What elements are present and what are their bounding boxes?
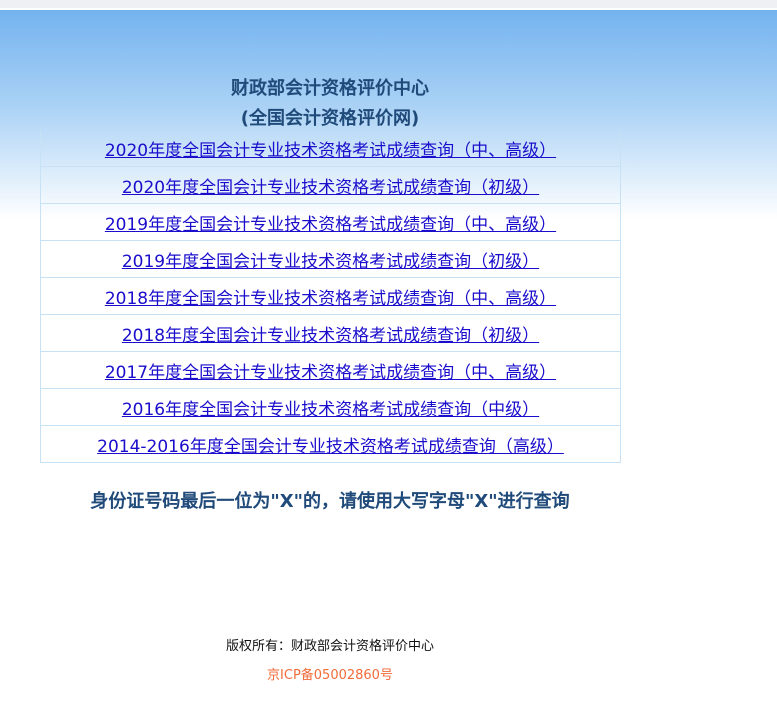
id-x-notice: 身份证号码最后一位为"X"的，请使用大写字母"X"进行查询 — [90, 491, 570, 512]
browser-top-bar — [0, 0, 777, 8]
table-row: 2019年度全国会计专业技术资格考试成绩查询（初级） — [41, 241, 620, 278]
query-link-2018-intermediate-senior[interactable]: 2018年度全国会计专业技术资格考试成绩查询（中、高级） — [105, 284, 556, 309]
score-query-links-table: 2020年度全国会计专业技术资格考试成绩查询（中、高级） 2020年度全国会计专… — [40, 130, 621, 463]
page-title: 财政部会计资格评价中心 — [231, 78, 429, 99]
query-link-2019-junior[interactable]: 2019年度全国会计专业技术资格考试成绩查询（初级） — [122, 247, 539, 272]
icp-license-link[interactable]: 京ICP备05002860号 — [0, 664, 660, 683]
page-subtitle: (全国会计资格评价网) — [240, 108, 420, 129]
query-link-2016-intermediate[interactable]: 2016年度全国会计专业技术资格考试成绩查询（中级） — [122, 395, 539, 420]
table-row: 2017年度全国会计专业技术资格考试成绩查询（中、高级） — [41, 352, 620, 389]
query-link-2019-intermediate-senior[interactable]: 2019年度全国会计专业技术资格考试成绩查询（中、高级） — [105, 210, 556, 235]
query-link-2017-intermediate-senior[interactable]: 2017年度全国会计专业技术资格考试成绩查询（中、高级） — [105, 358, 556, 383]
table-row: 2014-2016年度全国会计专业技术资格考试成绩查询（高级） — [41, 426, 620, 463]
query-link-2018-junior[interactable]: 2018年度全国会计专业技术资格考试成绩查询（初级） — [122, 321, 539, 346]
query-link-2020-intermediate-senior[interactable]: 2020年度全国会计专业技术资格考试成绩查询（中、高级） — [105, 136, 556, 161]
copyright-text: 版权所有：财政部会计资格评价中心 — [225, 639, 434, 654]
query-link-2020-junior[interactable]: 2020年度全国会计专业技术资格考试成绩查询（初级） — [122, 173, 539, 198]
table-row: 2019年度全国会计专业技术资格考试成绩查询（中、高级） — [41, 204, 620, 241]
query-link-2014-2016-senior[interactable]: 2014-2016年度全国会计专业技术资格考试成绩查询（高级） — [97, 432, 564, 457]
table-row: 2020年度全国会计专业技术资格考试成绩查询（初级） — [41, 167, 620, 204]
table-row: 2020年度全国会计专业技术资格考试成绩查询（中、高级） — [41, 130, 620, 167]
table-row: 2016年度全国会计专业技术资格考试成绩查询（中级） — [41, 389, 620, 426]
table-row: 2018年度全国会计专业技术资格考试成绩查询（初级） — [41, 315, 620, 352]
table-row: 2018年度全国会计专业技术资格考试成绩查询（中、高级） — [41, 278, 620, 315]
